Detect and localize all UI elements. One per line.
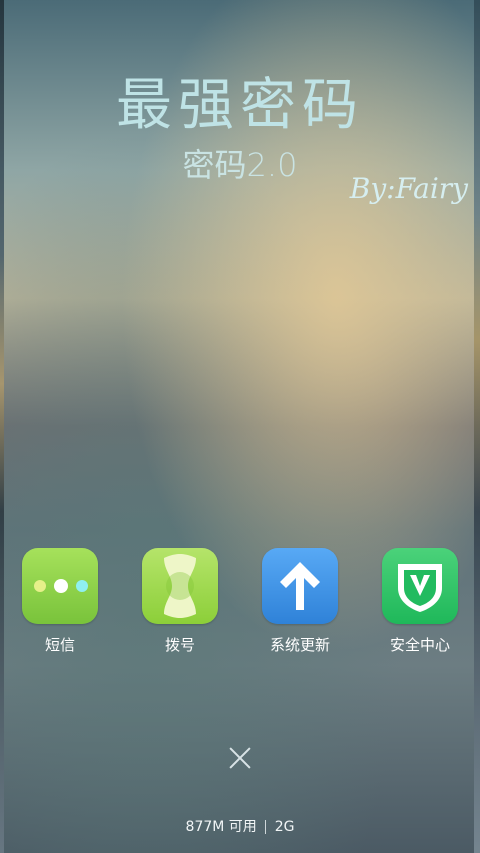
app-label-sms: 短信 [44,636,75,654]
app-label-security-center: 安全中心 [389,636,450,654]
app-dialer[interactable]: 拨号 [132,548,228,655]
app-label-system-update: 系统更新 [269,636,330,654]
message-icon [22,548,98,624]
recent-apps-row: 短信 拨号 系统更新 安全中心 [0,548,480,658]
phone-dial-icon [142,548,218,624]
divider [265,820,267,834]
page-title: 最强密码 [116,73,364,138]
author-signature: By:Fairy [349,172,468,205]
memory-available: 877M 可用 [185,819,257,835]
app-label-dialer: 拨号 [164,636,195,654]
close-icon[interactable] [226,744,254,772]
app-sms[interactable]: 短信 [12,548,108,655]
app-system-update[interactable]: 系统更新 [252,548,348,655]
app-security-center[interactable]: 安全中心 [372,548,468,655]
memory-status: 877M 可用 2G [0,816,480,836]
arrow-up-icon [262,548,338,624]
shield-v-icon [382,548,458,624]
memory-total: 2G [274,819,295,835]
